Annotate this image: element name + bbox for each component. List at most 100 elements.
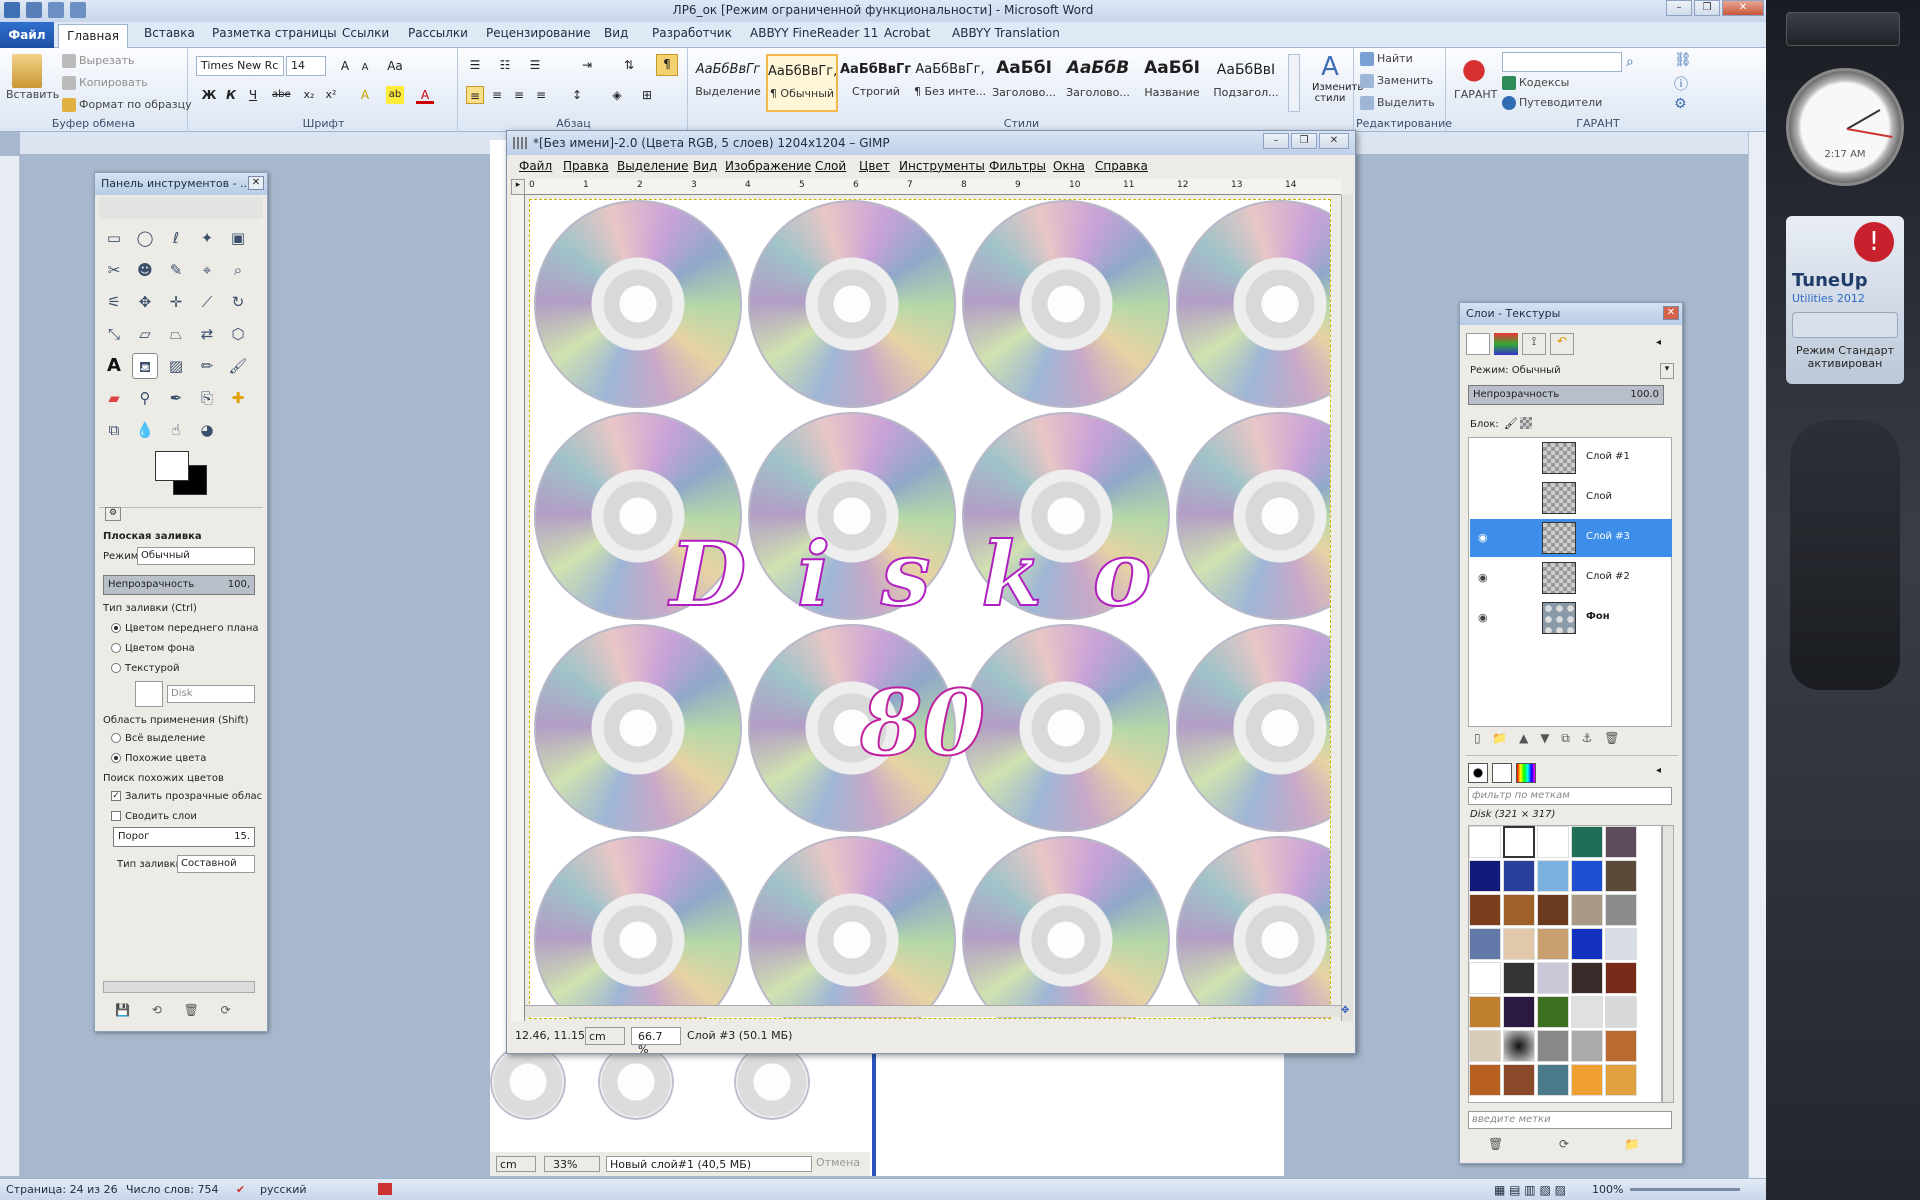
- pattern-cell[interactable]: [1605, 1030, 1637, 1062]
- pattern-cell[interactable]: [1503, 1030, 1535, 1062]
- tab-mailings[interactable]: Рассылки: [408, 26, 468, 40]
- pattern-cell[interactable]: [1503, 928, 1535, 960]
- pattern-cell[interactable]: [1537, 962, 1569, 994]
- airbrush-icon[interactable]: ⚲: [132, 385, 158, 411]
- pattern-cell[interactable]: [1571, 1030, 1603, 1062]
- blur-icon[interactable]: 💧: [132, 417, 158, 443]
- align-icon[interactable]: ✛: [163, 289, 189, 315]
- justify-icon[interactable]: ≡: [532, 86, 550, 104]
- flip-icon[interactable]: ⇄: [194, 321, 220, 347]
- blend-icon[interactable]: ▨: [163, 353, 189, 379]
- style-strong[interactable]: АаБбВвГг, Строгий: [840, 54, 912, 112]
- style-title[interactable]: АаБбI Название: [1136, 54, 1208, 112]
- navigate-icon[interactable]: ✥: [1341, 1005, 1353, 1017]
- opacity-slider[interactable]: Непрозрачность 100,: [103, 575, 255, 595]
- layer-row-selected[interactable]: ◉ Слой #3: [1470, 519, 1672, 557]
- align-left-icon[interactable]: ≡: [466, 86, 484, 104]
- gradients-tab-icon[interactable]: [1516, 763, 1536, 783]
- channels-tab-icon[interactable]: [1494, 333, 1518, 355]
- view-buttons[interactable]: ▦ ▤ ▥ ▧ ▨: [1494, 1183, 1566, 1197]
- maximize-button[interactable]: ❐: [1694, 0, 1720, 16]
- pattern-cell[interactable]: [1469, 860, 1501, 892]
- perspective-clone-icon[interactable]: ⧉: [101, 417, 127, 443]
- eye-icon[interactable]: ◉: [1478, 571, 1488, 584]
- page-count[interactable]: Страница: 24 из 26: [6, 1183, 118, 1196]
- area-similar-radio[interactable]: Похожие цвета: [111, 753, 206, 764]
- tab-page-layout[interactable]: Разметка страницы: [212, 26, 337, 40]
- show-marks-icon[interactable]: ¶: [656, 54, 678, 76]
- pattern-cell[interactable]: [1571, 962, 1603, 994]
- layer-action-buttons[interactable]: ▯ 📁 ▲ ▼ ⧉ ⚓ 🗑: [1474, 731, 1619, 746]
- pattern-cell[interactable]: [1605, 996, 1637, 1028]
- pattern-cell-selected[interactable]: [1503, 826, 1535, 858]
- layers-mode-dropdown[interactable]: ▾: [1660, 363, 1674, 379]
- paste-button[interactable]: Вставить: [6, 88, 59, 101]
- minimize-button[interactable]: –: [1666, 0, 1692, 16]
- threshold-slider[interactable]: Порог 15.: [113, 827, 255, 847]
- image-vscroll[interactable]: [1341, 195, 1353, 1021]
- multilevel-list-icon[interactable]: ☰: [526, 56, 544, 74]
- dodge-burn-icon[interactable]: ◕: [194, 417, 220, 443]
- menu-colors[interactable]: Цвет: [859, 159, 890, 173]
- pattern-cell[interactable]: [1469, 1030, 1501, 1062]
- move-icon[interactable]: ✥: [132, 289, 158, 315]
- pattern-cell[interactable]: [1571, 1064, 1603, 1096]
- patterns-scrollbar[interactable]: [1662, 825, 1674, 1103]
- toolbox-bottom-buttons[interactable]: 💾 ⟲ 🗑 ⟳: [115, 1003, 231, 1017]
- image-minimize-button[interactable]: –: [1263, 133, 1289, 149]
- macro-record-icon[interactable]: [378, 1183, 392, 1195]
- pattern-cell[interactable]: [1605, 962, 1637, 994]
- menu-help[interactable]: Справка: [1095, 159, 1148, 173]
- pattern-cell[interactable]: [1537, 928, 1569, 960]
- menu-view[interactable]: Вид: [693, 159, 717, 173]
- garant-search-input[interactable]: [1502, 52, 1622, 72]
- tab-review[interactable]: Рецензирование: [486, 26, 591, 40]
- underline-button[interactable]: Ч: [244, 86, 262, 104]
- align-center-icon[interactable]: ≡: [488, 86, 506, 104]
- pattern-cell[interactable]: [1537, 996, 1569, 1028]
- layer-row[interactable]: Слой #1: [1470, 439, 1672, 477]
- word-count[interactable]: Число слов: 754: [126, 1183, 219, 1196]
- spelling-icon[interactable]: ✔: [236, 1183, 245, 1196]
- patterns-filter-input[interactable]: фильтр по меткам: [1468, 787, 1672, 805]
- pattern-cell[interactable]: [1537, 1064, 1569, 1096]
- tuneup-mode-switch[interactable]: [1792, 312, 1898, 338]
- image-hscroll[interactable]: [525, 1005, 1341, 1017]
- zoom-slider[interactable]: [1630, 1188, 1740, 1191]
- find-button[interactable]: Найти: [1360, 52, 1413, 66]
- garant-tools-icon[interactable]: ⚙: [1674, 96, 1687, 112]
- heal-icon[interactable]: ✚: [225, 385, 251, 411]
- fill-fg-radio[interactable]: Цветом переднего плана: [111, 623, 259, 634]
- scale-icon[interactable]: ⤡: [101, 321, 127, 347]
- undo-history-tab-icon[interactable]: ↶: [1550, 333, 1574, 355]
- crop-icon[interactable]: ⟋: [194, 289, 220, 315]
- layers-menu-icon[interactable]: ◂: [1656, 337, 1661, 348]
- measure-icon[interactable]: ⚟: [101, 289, 127, 315]
- strikethrough-button[interactable]: abe: [272, 86, 291, 104]
- link-icon[interactable]: ⛓: [1674, 52, 1692, 68]
- style-subtitle[interactable]: АаБбВвI Подзагол...: [1210, 54, 1282, 112]
- rect-select-icon[interactable]: ▭: [101, 225, 127, 251]
- bg-cancel-button[interactable]: Отмена: [816, 1156, 860, 1169]
- zoom-combo[interactable]: 66.7 %: [631, 1027, 681, 1056]
- style-normal[interactable]: АаБбВвГг, ¶ Обычный: [766, 54, 838, 112]
- pattern-cell[interactable]: [1503, 996, 1535, 1028]
- style-no-spacing[interactable]: АаБбВвГг, ¶ Без инте...: [914, 54, 986, 112]
- layers-opacity-slider[interactable]: Непрозрачность 100.0: [1468, 385, 1664, 405]
- image-maximize-button[interactable]: ❐: [1291, 133, 1317, 149]
- mode-combo[interactable]: Обычный: [137, 547, 255, 565]
- document-scrollbar[interactable]: [1748, 132, 1766, 1178]
- fuzzy-select-icon[interactable]: ✦: [194, 225, 220, 251]
- ink-icon[interactable]: ✒: [163, 385, 189, 411]
- indent-icon[interactable]: ⇥: [578, 56, 596, 74]
- subscript-button[interactable]: x₂: [300, 86, 318, 104]
- tab-abbyy-finereader[interactable]: ABBYY FineReader 11: [750, 26, 878, 40]
- font-size-combo[interactable]: 14: [286, 56, 326, 76]
- perspective-icon[interactable]: ⏢: [163, 321, 189, 347]
- paths-tab-icon[interactable]: ⟟: [1522, 333, 1546, 355]
- guides-button[interactable]: Путеводители: [1502, 96, 1602, 110]
- toolbox-close-button[interactable]: ✕: [248, 176, 264, 190]
- menu-layer[interactable]: Слой: [815, 159, 846, 173]
- patterns-tab-icon[interactable]: [1492, 763, 1512, 783]
- bucket-fill-icon[interactable]: ⛾: [132, 353, 158, 379]
